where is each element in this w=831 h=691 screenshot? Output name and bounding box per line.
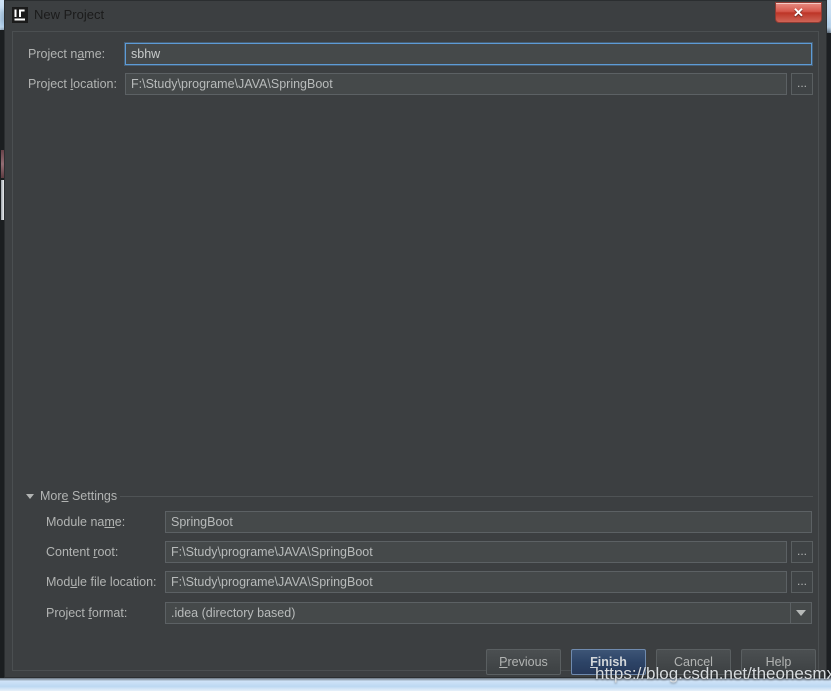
previous-button[interactable]: Previous <box>486 649 561 675</box>
module-file-location-browse-button[interactable]: ... <box>791 571 813 593</box>
module-name-input[interactable]: SpringBoot <box>165 511 812 533</box>
label-text: Mod <box>46 575 71 589</box>
label-mnemonic: P <box>499 655 508 669</box>
label-text: e: <box>114 515 126 529</box>
content-root-input[interactable]: F:\Study\programe\JAVA\SpringBoot <box>165 541 787 563</box>
close-icon: ✕ <box>793 4 804 20</box>
label-text: Module na <box>46 515 105 529</box>
label-text: Project <box>28 77 71 91</box>
module-file-location-label: Module file location: <box>46 571 157 593</box>
project-format-select[interactable]: .idea (directory based) <box>165 602 812 624</box>
label-text: Project <box>46 606 89 620</box>
more-settings-label: More Settings <box>40 489 117 503</box>
label-text: ocation: <box>73 77 117 91</box>
label-text: Project n <box>28 47 78 61</box>
label-text: revious <box>507 655 548 669</box>
project-format-label: Project format: <box>46 602 127 624</box>
dialog-title: New Project <box>34 7 105 22</box>
dialog-content: Project name: sbhw Project location: F:\… <box>12 31 819 675</box>
label-text: oot: <box>97 545 119 559</box>
label-text: Content <box>46 545 94 559</box>
label-text: ormat: <box>91 606 128 620</box>
project-location-browse-button[interactable]: ... <box>791 73 813 95</box>
label-text: Settings <box>68 489 118 503</box>
project-name-label: Project name: <box>28 43 105 65</box>
dialog-titlebar[interactable]: New Project ✕ <box>5 1 826 29</box>
module-name-label: Module name: <box>46 511 125 533</box>
label-text: Mor <box>40 489 62 503</box>
watermark-url: https://blog.csdn.net/theonesmx <box>595 664 831 683</box>
project-name-input[interactable]: sbhw <box>125 43 812 65</box>
label-mnemonic: m <box>104 515 115 529</box>
new-project-dialog: New Project ✕ Project name: sbhw Project… <box>4 0 827 678</box>
more-settings-separator <box>120 496 813 497</box>
label-text: me: <box>84 47 106 61</box>
label-text: le file location: <box>77 575 157 589</box>
project-format-dropdown-arrow[interactable] <box>790 602 812 624</box>
project-location-input[interactable]: F:\Study\programe\JAVA\SpringBoot <box>125 73 787 95</box>
content-root-label: Content root: <box>46 541 118 563</box>
project-location-label: Project location: <box>28 73 117 95</box>
content-root-browse-button[interactable]: ... <box>791 541 813 563</box>
intellij-idea-icon <box>12 7 28 23</box>
more-settings-toggle[interactable]: More Settings <box>26 488 117 504</box>
chevron-down-icon <box>26 493 34 499</box>
close-button[interactable]: ✕ <box>775 2 822 23</box>
chevron-down-icon <box>796 610 806 616</box>
module-file-location-input[interactable]: F:\Study\programe\JAVA\SpringBoot <box>165 571 787 593</box>
